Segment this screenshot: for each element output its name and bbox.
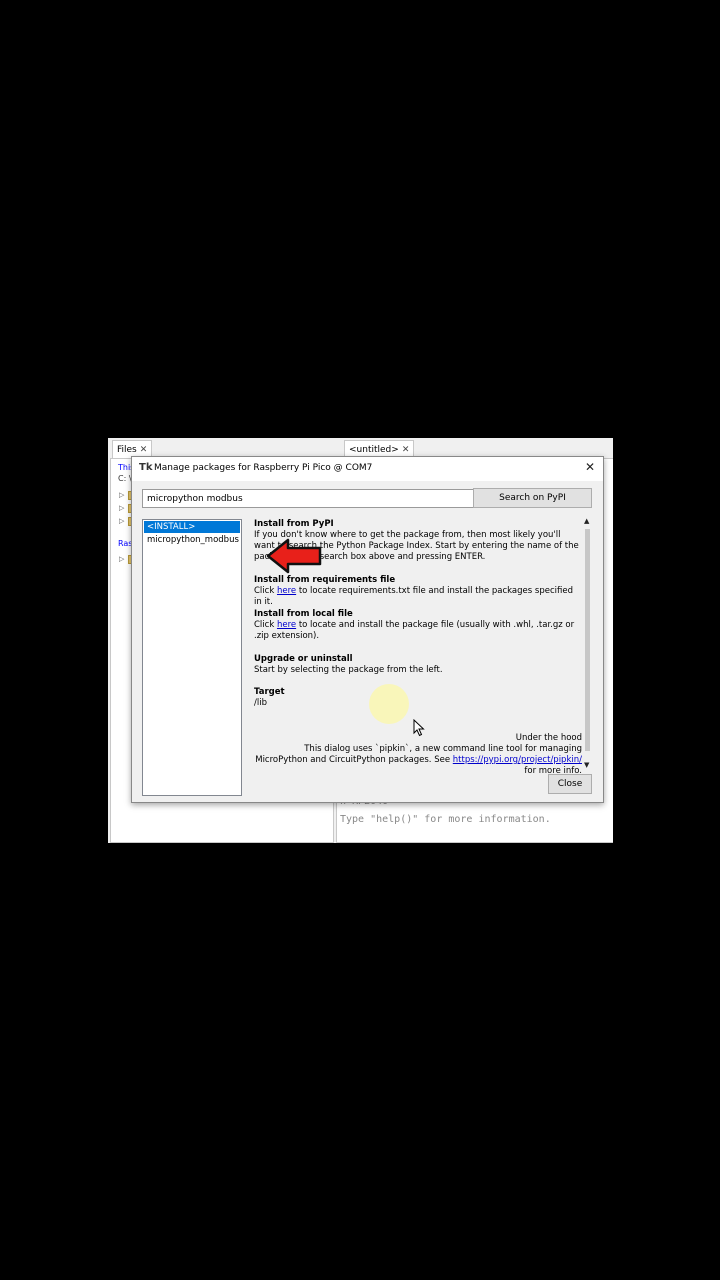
section-local-file: Install from local file Click here to lo…	[254, 609, 582, 642]
package-list[interactable]: <INSTALL> micropython_modbus	[142, 519, 242, 796]
scroll-up-icon[interactable]: ▲	[584, 517, 589, 525]
close-icon[interactable]: ✕	[585, 460, 595, 474]
tk-app-icon: Tk	[139, 462, 153, 473]
local-text-pre: Click	[254, 620, 277, 630]
req-here-link[interactable]: here	[277, 586, 296, 596]
pipkin-link[interactable]: https://pypi.org/project/pipkin/	[453, 755, 582, 765]
dialog-title: Manage packages for Raspberry Pi Pico @ …	[154, 463, 373, 473]
scroll-thumb[interactable]	[585, 529, 590, 751]
search-pypi-button[interactable]: Search on PyPI	[473, 488, 592, 508]
expand-icon[interactable]: ▷	[119, 517, 124, 525]
req-text-pre: Click	[254, 586, 277, 596]
local-here-link[interactable]: here	[277, 620, 296, 630]
shell-line: Type "help()" for more information.	[340, 814, 551, 825]
target-heading: Target	[254, 687, 285, 697]
list-item-package[interactable]: micropython_modbus	[144, 534, 240, 546]
req-text-post: to locate requirements.txt file and inst…	[254, 586, 573, 607]
dialog-titlebar[interactable]: Tk Manage packages for Raspberry Pi Pico…	[132, 457, 603, 481]
section-under-the-hood: Under the hood This dialog uses `pipkin`…	[254, 733, 582, 777]
target-text: /lib	[254, 698, 267, 708]
red-arrow-icon	[266, 538, 322, 574]
cursor-highlight	[369, 684, 409, 724]
local-text-post: to locate and install the package file (…	[254, 620, 575, 641]
expand-icon[interactable]: ▷	[119, 504, 124, 512]
tab-files-label: Files	[117, 445, 137, 455]
expand-icon[interactable]: ▷	[119, 491, 124, 499]
close-tab-icon[interactable]: ✕	[140, 445, 148, 455]
manage-packages-dialog: Tk Manage packages for Raspberry Pi Pico…	[131, 456, 604, 803]
req-heading: Install from requirements file	[254, 575, 396, 585]
section-requirements: Install from requirements file Click her…	[254, 575, 582, 608]
list-item-install[interactable]: <INSTALL>	[144, 521, 240, 533]
mouse-pointer-icon	[413, 719, 425, 737]
info-scrollbar[interactable]: ▲ ▼	[583, 517, 593, 769]
search-input[interactable]	[142, 489, 474, 508]
expand-icon[interactable]: ▷	[119, 555, 124, 563]
path-label: C: \	[118, 474, 132, 483]
close-tab-icon[interactable]: ✕	[402, 445, 410, 455]
tab-untitled-label: <untitled>	[349, 445, 399, 455]
close-button[interactable]: Close	[548, 774, 592, 794]
local-heading: Install from local file	[254, 609, 353, 619]
section-upgrade: Upgrade or uninstall Start by selecting …	[254, 654, 582, 676]
upgrade-heading: Upgrade or uninstall	[254, 654, 353, 664]
section-target: Target /lib	[254, 687, 582, 709]
screen: Files ✕ <untitled> ✕ This C: \ ▷ ▷ ▷ Rasp …	[108, 438, 613, 843]
scroll-down-icon[interactable]: ▼	[584, 761, 589, 769]
pypi-heading: Install from PyPI	[254, 519, 334, 529]
upgrade-text: Start by selecting the package from the …	[254, 665, 443, 675]
